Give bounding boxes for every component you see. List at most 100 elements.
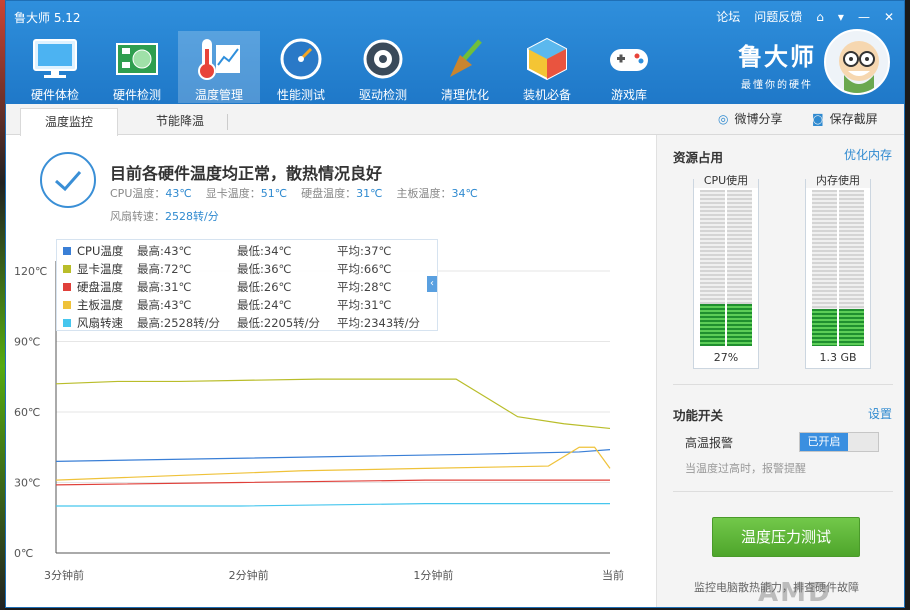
legend-min: 最低:36℃: [237, 262, 292, 276]
app-window: 鲁大师 5.12 论坛 问题反馈 ⌂ ▾ — ✕ 硬件体检 硬件检测 温度管理 …: [5, 0, 905, 608]
legend-row: 硬盘温度 最高:31℃ 最低:26℃ 平均:28℃: [57, 278, 437, 296]
series-line: [55, 378, 611, 430]
window-title: 鲁大师 5.12: [14, 11, 81, 25]
series-line: [55, 446, 611, 481]
fan-speed: 风扇转速：2528转/分: [110, 210, 219, 223]
stress-test-button[interactable]: 温度压力测试: [712, 517, 860, 557]
y-tick-label: 120℃: [14, 265, 47, 278]
optimize-memory-link[interactable]: 优化内存: [844, 146, 892, 163]
toolbar-label: 装机必备: [522, 88, 571, 102]
close-icon[interactable]: ✕: [884, 10, 894, 24]
legend-name: 显卡温度: [77, 262, 123, 276]
camera-icon: ◙: [812, 111, 824, 126]
high-temp-alarm-toggle[interactable]: 已开启: [799, 432, 879, 452]
y-tick-label: 30℃: [14, 477, 40, 490]
toolbar-label: 硬件检测: [112, 88, 161, 102]
y-tick-label: 60℃: [14, 406, 40, 419]
legend-min: 最低:34℃: [237, 244, 292, 258]
toolbar-hardware-checkup[interactable]: 硬件体检: [14, 31, 96, 103]
window-controls: 论坛 问题反馈 ⌂ ▾ — ✕: [716, 8, 894, 25]
toolbar-driver[interactable]: 驱动检测: [342, 31, 424, 103]
status-headline: 目前各硬件温度均正常，散热情况良好: [110, 164, 383, 183]
tab-temp-monitor[interactable]: 温度监控: [20, 108, 119, 136]
x-tick-label: 2分钟前: [229, 568, 269, 582]
brand-slogan: 最懂你的硬件: [741, 80, 813, 91]
features-title: 功能开关: [673, 408, 724, 423]
chart-legend: CPU温度 最高:43℃ 最低:34℃ 平均:37℃ 显卡温度 最高:72℃ 最低:36℃ 平…: [56, 239, 438, 331]
weibo-icon: ◎: [718, 111, 729, 126]
brand: 鲁大师 最懂你的硬件: [738, 37, 816, 91]
toolbar-label: 温度管理: [194, 88, 243, 102]
memory-usage-value: 1.3 GB: [819, 351, 857, 364]
y-tick-label: 0℃: [14, 547, 33, 560]
toolbar-games[interactable]: 游戏库: [588, 31, 670, 103]
minimize-icon[interactable]: —: [858, 10, 870, 24]
menu-icon[interactable]: ▾: [838, 10, 844, 24]
legend-avg: 平均:28℃: [337, 280, 392, 294]
status-ok-icon: [40, 152, 96, 208]
legend-min: 最低:2205转/分: [237, 316, 321, 330]
cube-icon: [523, 35, 571, 82]
broom-icon: [441, 35, 489, 82]
feedback-link[interactable]: 问题反馈: [754, 8, 802, 25]
legend-avg: 平均:37℃: [337, 244, 392, 258]
tab-bar: 温度监控 节能降温 ◎ 微博分享 ◙ 保存截屏: [6, 104, 904, 136]
settings-link[interactable]: 设置: [868, 405, 892, 422]
divider: [673, 384, 893, 385]
collapse-legend-icon[interactable]: ‹: [427, 276, 437, 292]
toolbar-hardware-detect[interactable]: 硬件检测: [96, 31, 178, 103]
series-line: [55, 449, 611, 462]
legend-min: 最低:26℃: [237, 280, 292, 294]
skin-icon[interactable]: ⌂: [816, 10, 824, 24]
legend-swatch: [63, 319, 71, 327]
legend-swatch: [63, 301, 71, 309]
cpu-usage-meter: CPU使用 27%: [693, 172, 759, 369]
resources-title: 资源占用: [673, 150, 724, 165]
legend-max: 最高:43℃: [137, 298, 192, 312]
toolbar-essentials[interactable]: 装机必备: [506, 31, 588, 103]
toolbar-label: 性能测试: [276, 88, 325, 102]
mascot-avatar: [824, 29, 890, 95]
cpu-usage-label: CPU使用: [694, 172, 758, 188]
forum-link[interactable]: 论坛: [716, 8, 740, 25]
weibo-share-label: 微博分享: [734, 112, 783, 126]
legend-row: 主板温度 最高:43℃ 最低:24℃ 平均:31℃: [57, 296, 437, 314]
y-tick-label: 90℃: [14, 336, 40, 349]
toolbar-clean[interactable]: 清理优化: [424, 31, 506, 103]
toolbar-performance[interactable]: 性能测试: [260, 31, 342, 103]
legend-max: 最高:2528转/分: [137, 316, 221, 330]
save-screenshot-label: 保存截屏: [829, 112, 878, 126]
cpu-temp: CPU温度：43℃: [110, 187, 192, 200]
toolbar-label: 硬件体检: [30, 88, 79, 102]
gpu-temp: 显卡温度：51℃: [205, 187, 288, 200]
toolbar-label: 游戏库: [610, 88, 647, 102]
x-tick-label: 当前: [602, 568, 624, 582]
save-screenshot-button[interactable]: ◙ 保存截屏: [812, 110, 878, 127]
legend-row: CPU温度 最高:43℃ 最低:34℃ 平均:37℃: [57, 242, 437, 260]
legend-avg: 平均:66℃: [337, 262, 392, 276]
tab-cooling[interactable]: 节能降温: [132, 108, 229, 136]
memory-usage-label: 内存使用: [806, 172, 870, 188]
legend-row: 风扇转速 最高:2528转/分 最低:2205转/分 平均:2343转/分: [57, 314, 437, 332]
cpu-usage-value: 27%: [713, 351, 739, 364]
toolbar-temperature[interactable]: 温度管理: [178, 31, 260, 103]
gear-icon: [359, 35, 407, 82]
disk-temp: 硬盘温度：31℃: [301, 187, 383, 200]
legend-max: 最高:72℃: [137, 262, 192, 276]
legend-max: 最高:31℃: [137, 280, 192, 294]
weibo-share-button[interactable]: ◎ 微博分享: [718, 110, 783, 127]
legend-name: 主板温度: [77, 298, 123, 312]
divider: [673, 491, 893, 492]
memory-usage-meter: 内存使用 1.3 GB: [805, 172, 871, 369]
legend-max: 最高:43℃: [137, 244, 192, 258]
legend-name: 风扇转速: [77, 316, 123, 330]
legend-avg: 平均:2343转/分: [337, 316, 421, 330]
board-icon: [113, 35, 161, 82]
toolbar-label: 清理优化: [440, 88, 489, 102]
legend-min: 最低:24℃: [237, 298, 292, 312]
legend-row: 显卡温度 最高:72℃ 最低:36℃ 平均:66℃: [57, 260, 437, 278]
legend-name: 硬盘温度: [77, 280, 123, 294]
x-tick-label: 3分钟前: [44, 568, 84, 582]
legend-avg: 平均:31℃: [337, 298, 392, 312]
board-temp: 主板温度：34℃: [396, 187, 478, 200]
